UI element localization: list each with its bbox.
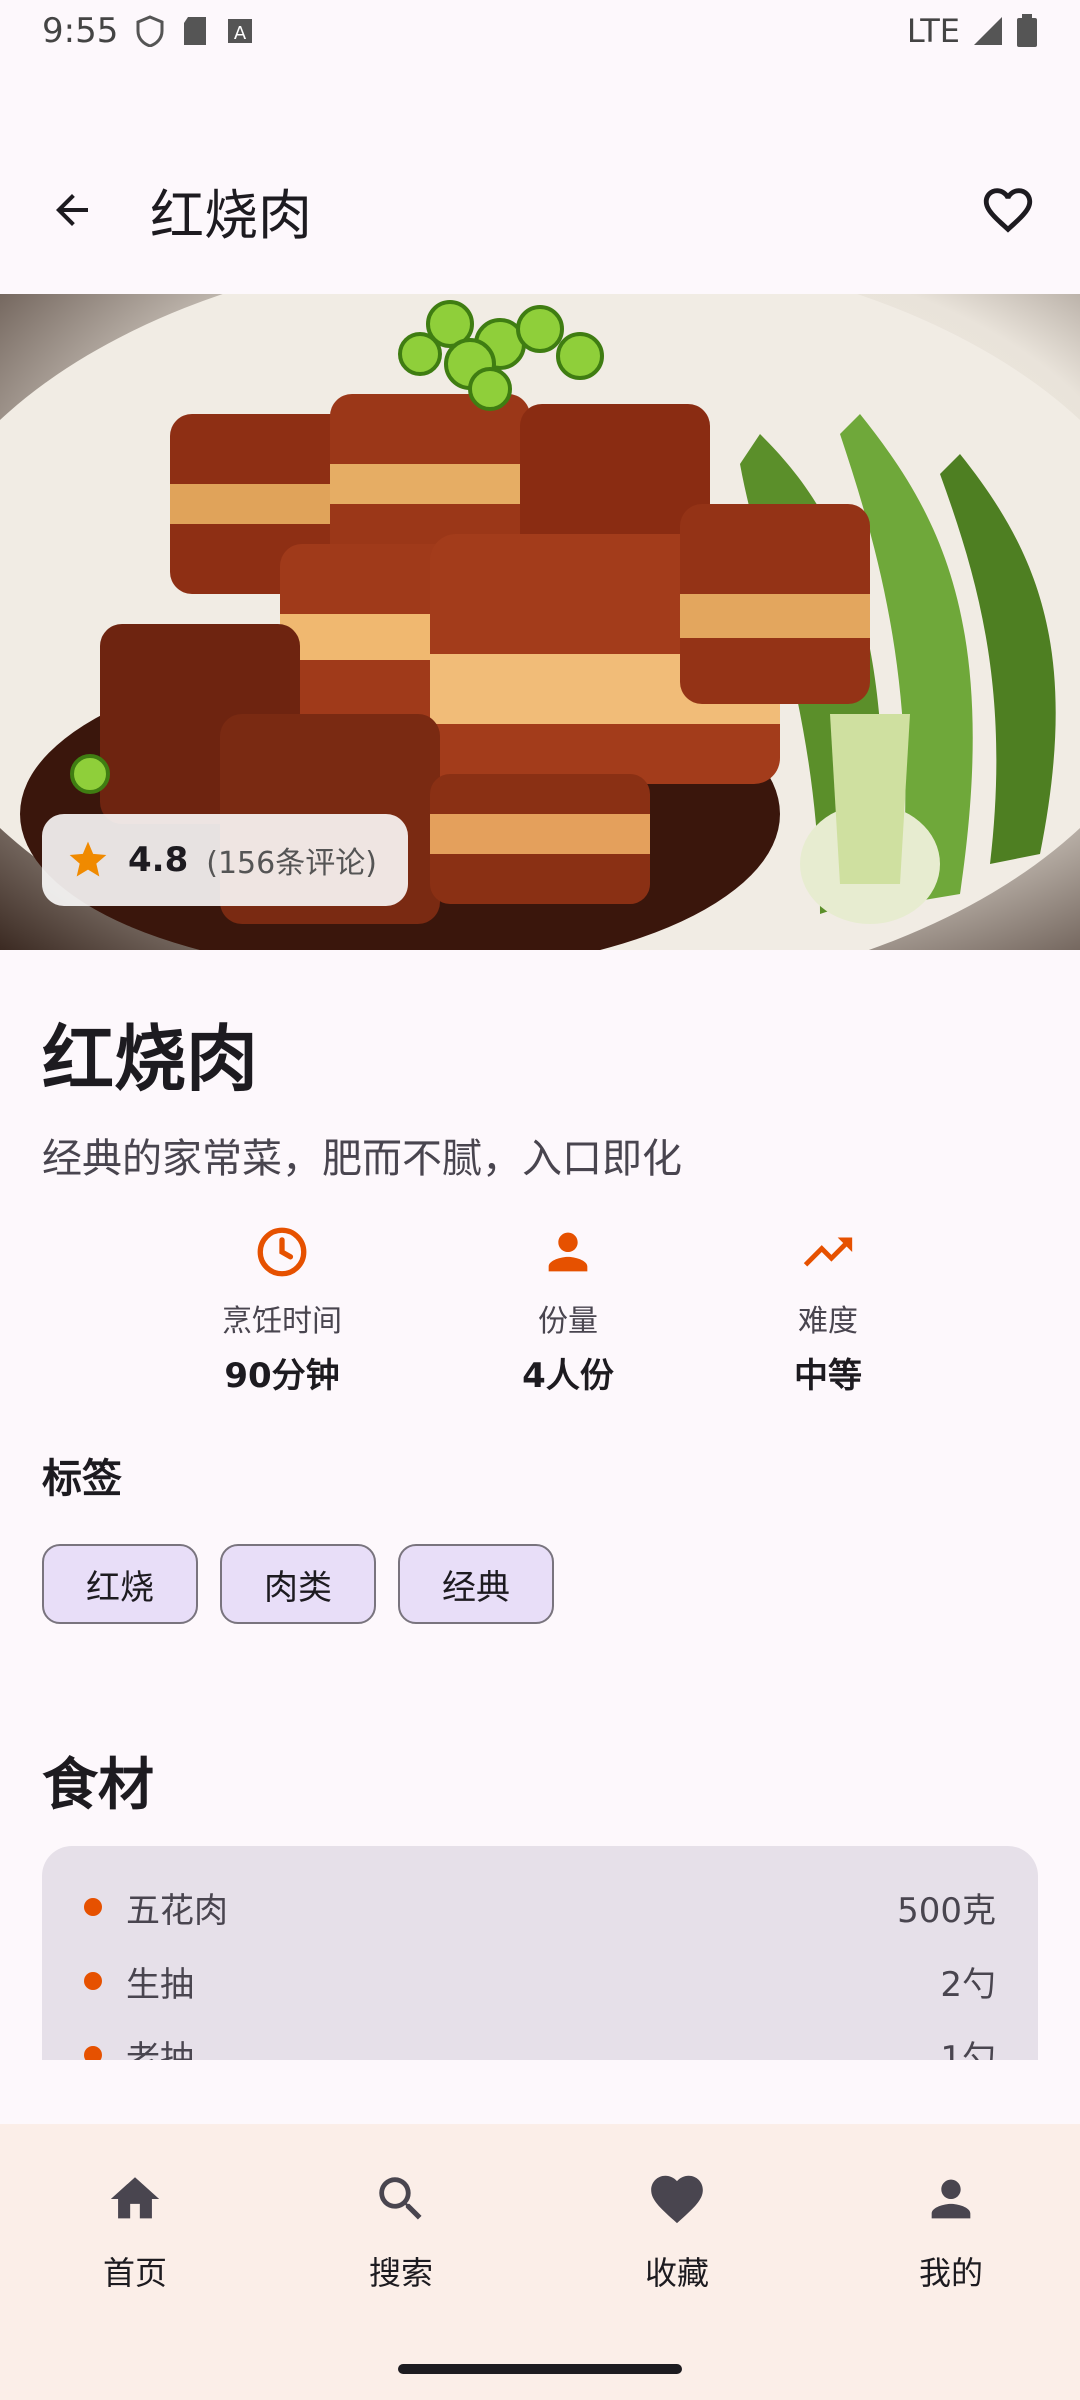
ingredient-qty: 500克	[897, 1890, 996, 1931]
stat-difficulty: 难度 中等	[718, 1222, 938, 1397]
recipe-description: 经典的家常菜，肥而不腻，入口即化	[42, 1136, 682, 1182]
sd-card-icon	[184, 17, 207, 45]
battery-icon	[1017, 14, 1037, 47]
stat-label: 烹饪时间	[222, 1304, 342, 1339]
heart-outline-icon	[983, 188, 1033, 233]
ingredient-row: 生抽 2勺	[42, 1946, 1038, 2016]
stat-servings: 份量 4人份	[458, 1222, 678, 1397]
page-title: 红烧肉	[150, 183, 312, 247]
rating-score: 4.8	[128, 840, 189, 880]
clock-icon	[257, 1227, 307, 1277]
ingredient-name: 老抽	[126, 2038, 194, 2061]
tag-chip[interactable]: 红烧	[42, 1544, 198, 1624]
ingredient-name: 五花肉	[126, 1890, 228, 1931]
top-app-bar: 红烧肉	[0, 150, 1080, 270]
rating-badge: 4.8 (156条评论)	[42, 814, 408, 906]
back-button[interactable]	[42, 180, 102, 240]
nav-label: 收藏	[644, 2254, 709, 2292]
status-bar: 9:55 A LTE	[0, 0, 1080, 62]
shield-icon	[136, 15, 164, 47]
status-time: 9:55	[42, 11, 119, 51]
nav-profile[interactable]: 我的	[816, 2124, 1080, 2334]
tag-chip[interactable]: 肉类	[220, 1544, 376, 1624]
ingredient-qty: 2勺	[940, 1964, 996, 2005]
ingredient-name: 生抽	[126, 1964, 194, 2005]
ingredient-qty: 1勺	[940, 2038, 996, 2061]
ingredients-card: 五花肉 500克 生抽 2勺 老抽 1勺	[42, 1846, 1038, 2060]
svg-text:A: A	[234, 23, 247, 44]
nav-label: 首页	[102, 2254, 167, 2292]
ingredient-row: 老抽 1勺	[42, 2020, 1038, 2060]
favorite-button[interactable]	[978, 180, 1038, 240]
search-icon	[379, 2177, 422, 2220]
stat-cook-time: 烹饪时间 90分钟	[172, 1222, 392, 1397]
ingredients-heading: 食材	[42, 1753, 154, 1818]
bullet-icon	[84, 1898, 102, 1916]
home-indicator[interactable]	[398, 2364, 682, 2374]
heart-icon	[651, 2175, 703, 2224]
home-icon	[110, 2177, 160, 2219]
stat-label: 份量	[538, 1304, 598, 1339]
stat-value: 中等	[794, 1356, 862, 1396]
stat-value: 90分钟	[224, 1356, 340, 1396]
stat-value: 4人份	[522, 1356, 614, 1396]
bullet-icon	[84, 2046, 102, 2060]
bottom-navigation: 首页 搜索 收藏 我的	[0, 2124, 1080, 2400]
bullet-icon	[84, 1972, 102, 1990]
signal-icon	[974, 17, 1002, 45]
tag-chip[interactable]: 经典	[398, 1544, 554, 1624]
trending-up-icon	[803, 1237, 853, 1267]
recipe-stats: 烹饪时间 90分钟 份量 4人份 难度 中等	[0, 1222, 1080, 1402]
review-count: (156条评论)	[206, 846, 377, 881]
nav-search[interactable]: 搜索	[266, 2124, 536, 2334]
nav-label: 我的	[918, 2254, 983, 2292]
tags-heading: 标签	[42, 1456, 122, 1502]
nav-label: 搜索	[368, 2254, 433, 2292]
font-icon: A	[228, 19, 253, 44]
person-icon	[931, 2179, 971, 2219]
nav-home[interactable]: 首页	[0, 2124, 270, 2334]
stat-label: 难度	[798, 1304, 858, 1339]
recipe-title: 红烧肉	[42, 1017, 259, 1101]
person-icon	[548, 1232, 588, 1272]
arrow-back-icon	[56, 194, 88, 226]
tag-chips: 红烧 肉类 经典	[42, 1544, 554, 1624]
ingredient-row: 五花肉 500克	[42, 1872, 1038, 1942]
nav-favorites[interactable]: 收藏	[542, 2124, 812, 2334]
star-icon	[69, 841, 107, 877]
network-type: LTE	[906, 12, 960, 50]
